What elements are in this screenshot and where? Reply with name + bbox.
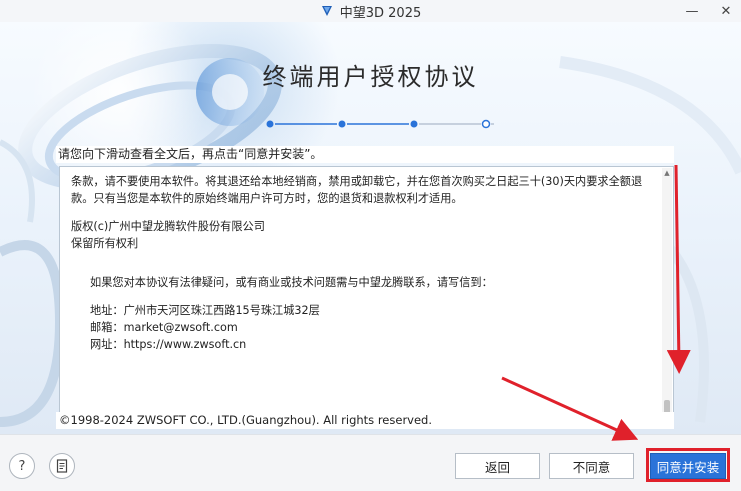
minimize-button[interactable]: — — [683, 4, 701, 19]
stepper-dot — [481, 119, 491, 129]
document-icon — [56, 459, 68, 473]
progress-stepper — [266, 119, 494, 129]
license-content: 条款，请不要使用本软件。将其退还给本地经销商，禁用或卸载它，并在您首次购买之日起… — [71, 173, 651, 353]
page-title: 终端用户授权协议 — [262, 63, 479, 91]
window-controls: — ✕ — [683, 0, 735, 22]
stepper-dot — [338, 120, 346, 128]
footer-bar: ? 返回 不同意 同意并安装 — [0, 434, 741, 491]
disagree-button[interactable]: 不同意 — [549, 453, 634, 479]
license-text-area[interactable]: 条款，请不要使用本软件。将其退还给本地经销商，禁用或卸载它，并在您首次购买之日起… — [59, 166, 674, 429]
contact-website: 网址：https://www.zwsoft.cn — [90, 338, 247, 351]
hero-background: 终端用户授权协议 请您向下滑动查看全文后，再点击“同意并安装”。 条款，请不要使… — [0, 22, 741, 434]
copyright-owner: 版权(c)广州中望龙腾软件股份有限公司 — [71, 220, 265, 233]
close-button[interactable]: ✕ — [717, 4, 735, 19]
contact-intro: 如果您对本协议有法律疑问，或有商业或技术问题需与中望龙腾联系，请写信到： — [90, 276, 493, 289]
contact-address: 地址：广州市天河区珠江西路15号珠江城32层 — [90, 304, 320, 317]
help-button[interactable]: ? — [9, 453, 35, 479]
license-scrollbar[interactable]: ▲ ▼ — [662, 168, 672, 427]
scroll-instruction: 请您向下滑动查看全文后，再点击“同意并安装”。 — [56, 146, 674, 163]
back-button[interactable]: 返回 — [455, 453, 540, 479]
copyright-footer: ©1998-2024 ZWSOFT CO., LTD.(Guangzhou). … — [56, 412, 674, 429]
installer-window: 中望3D 2025 — ✕ 终端用户授权协议 请您向下滑动查看全文后，再点击“同… — [0, 0, 741, 491]
rights-reserved: 保留所有权利 — [71, 237, 139, 250]
license-paragraph: 条款，请不要使用本软件。将其退还给本地经销商，禁用或卸载它，并在您首次购买之日起… — [71, 175, 643, 205]
log-button[interactable] — [49, 453, 75, 479]
window-title: 中望3D 2025 — [339, 5, 422, 21]
scroll-up-arrow-icon[interactable]: ▲ — [662, 168, 672, 178]
help-icon: ? — [18, 458, 26, 474]
contact-email: 邮箱：market@zwsoft.com — [90, 321, 238, 334]
stepper-dot — [410, 120, 418, 128]
stepper-dot — [266, 120, 274, 128]
annotation-highlight-box — [646, 448, 730, 482]
zw3d-logo-icon — [321, 6, 332, 16]
title-bar: 中望3D 2025 — ✕ — [0, 0, 741, 22]
